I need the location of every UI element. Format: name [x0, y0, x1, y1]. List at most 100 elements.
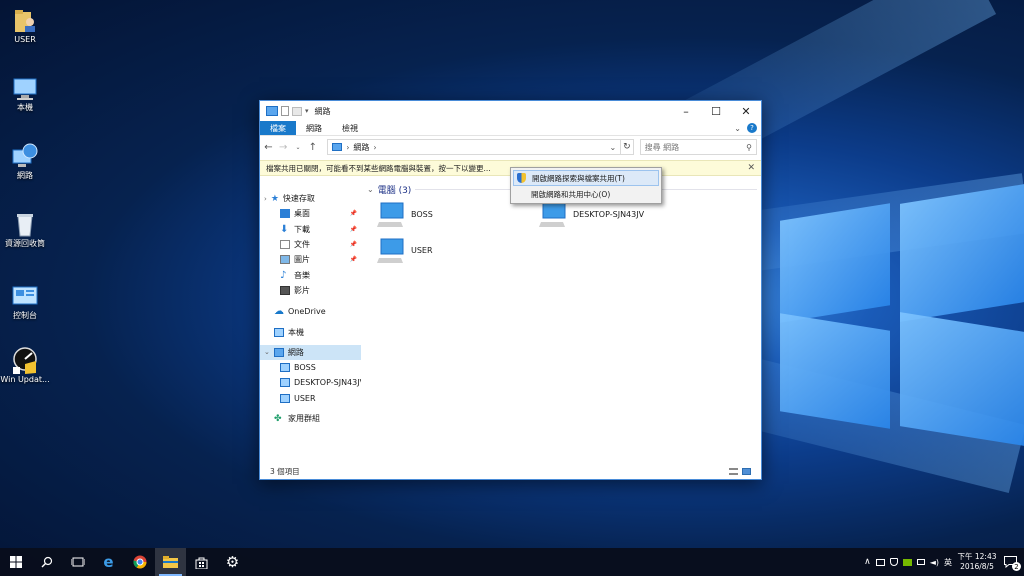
- status-bar: 3 個項目: [260, 463, 761, 479]
- pin-icon[interactable]: 📌: [350, 241, 357, 248]
- computer-item-desktop[interactable]: DESKTOP-SJN43JV: [539, 201, 644, 227]
- nav-label: 影片: [294, 285, 310, 295]
- address-dropdown-icon[interactable]: ⌄: [609, 143, 616, 152]
- edge-browser-button[interactable]: e: [93, 548, 124, 576]
- info-bar-text: 檔案共用已關閉，可能看不到某些網路電腦與裝置，按一下以變更...: [266, 163, 491, 173]
- new-folder-icon[interactable]: [292, 106, 302, 116]
- desktop-icon-control-panel[interactable]: 控制台: [0, 282, 50, 321]
- nvidia-icon[interactable]: [902, 558, 912, 566]
- windows-defender-icon[interactable]: [889, 558, 898, 566]
- nav-pictures[interactable]: 圖片 📌: [260, 252, 361, 267]
- tab-view[interactable]: 檢視: [332, 121, 368, 135]
- address-bar[interactable]: › 網路 › ⌄: [327, 139, 622, 155]
- file-explorer-button[interactable]: [155, 548, 186, 576]
- pin-icon[interactable]: 📌: [350, 226, 357, 233]
- content-area: ⌄ 電腦 (3) BOSS DESKTOP-SJN43JV USER: [363, 181, 761, 467]
- windows-logo-pane: [900, 312, 1024, 446]
- close-button[interactable]: ✕: [731, 101, 761, 121]
- breadcrumb-separator-icon[interactable]: ›: [373, 143, 376, 152]
- item-count: 3 個項目: [270, 466, 300, 476]
- nav-network-desktop[interactable]: DESKTOP-SJN43JV: [260, 375, 361, 390]
- nav-onedrive[interactable]: ☁ OneDrive: [260, 304, 361, 319]
- computer-item-user[interactable]: USER: [377, 237, 433, 263]
- desktop-icon-network[interactable]: 網路: [0, 142, 50, 181]
- desktop-icon-this-pc[interactable]: 本機: [0, 74, 50, 113]
- nav-network-user[interactable]: USER: [260, 391, 361, 406]
- desktop-icon-label: 網路: [17, 171, 33, 180]
- settings-button[interactable]: ⚙: [217, 548, 248, 576]
- menu-item-label: 開啟網路和共用中心(O): [531, 189, 611, 199]
- forward-arrow-icon[interactable]: →: [279, 142, 288, 153]
- action-center-button[interactable]: 2: [1002, 554, 1021, 571]
- network-icon: [332, 143, 343, 151]
- power-plug-icon[interactable]: [916, 559, 925, 565]
- customize-toolbar-icon[interactable]: ▾: [305, 107, 309, 115]
- nav-desktop[interactable]: 桌面 📌: [260, 206, 361, 221]
- nav-label: 下載: [294, 224, 310, 234]
- pin-icon[interactable]: 📌: [350, 210, 357, 217]
- recent-locations-icon[interactable]: ⌄: [294, 144, 303, 151]
- nav-videos[interactable]: 影片: [260, 283, 361, 298]
- back-arrow-icon[interactable]: ←: [264, 142, 273, 153]
- task-view-button[interactable]: [62, 548, 93, 576]
- quick-access-toolbar: ▾: [266, 106, 309, 116]
- star-icon: ★: [270, 193, 279, 204]
- network-status-icon[interactable]: [875, 558, 885, 566]
- windows-logo-pane: [900, 184, 1024, 322]
- details-view-icon[interactable]: [729, 467, 738, 475]
- breadcrumb-network[interactable]: 網路: [353, 142, 369, 153]
- this-pc-icon: [11, 74, 39, 100]
- tab-file[interactable]: 檔案: [260, 121, 296, 135]
- taskbar: e ⚙ ∧ ◄) 英 下午 12:43 2016/8/5 2: [0, 548, 1024, 576]
- nav-label: 桌面: [294, 209, 310, 219]
- properties-icon[interactable]: [281, 106, 289, 116]
- search-input[interactable]: 搜尋 網路 ⚲: [639, 139, 757, 155]
- music-note-icon: ♪: [280, 269, 287, 281]
- search-icon: [41, 556, 52, 568]
- close-info-bar-icon[interactable]: ✕: [747, 163, 755, 173]
- start-button[interactable]: [0, 548, 31, 576]
- group-header-label: 電腦 (3): [377, 186, 412, 196]
- desktop-icon-user[interactable]: USER: [0, 6, 50, 45]
- nav-label: 家用群組: [288, 414, 320, 423]
- breadcrumb-separator-icon[interactable]: ›: [346, 143, 349, 152]
- large-icons-view-icon[interactable]: [742, 467, 751, 475]
- maximize-button[interactable]: ☐: [701, 101, 731, 121]
- computer-item-boss[interactable]: BOSS: [377, 201, 433, 227]
- nav-quick-access[interactable]: › ★ 快速存取: [260, 191, 361, 206]
- tab-network[interactable]: 網路: [296, 121, 332, 135]
- windows-start-icon: [9, 556, 22, 568]
- document-icon: [280, 240, 290, 250]
- nav-music[interactable]: ♪ 音樂: [260, 267, 361, 282]
- nav-downloads[interactable]: ⬇ 下載 📌: [260, 222, 361, 237]
- help-icon[interactable]: ?: [747, 123, 757, 133]
- up-arrow-icon[interactable]: ↑: [308, 142, 317, 153]
- menu-item-turn-on-discovery[interactable]: 開啟網路探索與檔案共用(T): [513, 170, 659, 186]
- collapse-chevron-icon[interactable]: ⌄: [367, 185, 374, 194]
- nav-network[interactable]: ⌄ 網路: [260, 344, 361, 360]
- expand-ribbon-icon[interactable]: ⌄: [734, 124, 741, 133]
- chrome-browser-button[interactable]: [124, 548, 155, 576]
- show-hidden-icons-icon[interactable]: ∧: [864, 557, 871, 567]
- search-button[interactable]: [31, 548, 62, 576]
- store-button[interactable]: [186, 548, 217, 576]
- window-title: 網路: [314, 106, 331, 116]
- menu-item-network-sharing-center[interactable]: 開啟網路和共用中心(O): [513, 186, 659, 202]
- input-language-indicator[interactable]: 英: [944, 557, 952, 568]
- volume-icon[interactable]: ◄): [930, 558, 939, 567]
- minimize-button[interactable]: –: [671, 101, 701, 121]
- expand-chevron-icon[interactable]: ›: [264, 195, 267, 203]
- refresh-icon[interactable]: ↻: [621, 139, 634, 155]
- desktop-icon-label: 本機: [17, 103, 33, 112]
- nav-network-boss[interactable]: BOSS: [260, 360, 361, 375]
- nav-homegroup[interactable]: ✤ 家用群組: [260, 411, 361, 426]
- pin-icon[interactable]: 📌: [350, 256, 357, 263]
- desktop-icon-recycle-bin[interactable]: 資源回收筒: [0, 210, 50, 249]
- nav-documents[interactable]: 文件 📌: [260, 237, 361, 252]
- collapse-chevron-icon[interactable]: ⌄: [264, 348, 270, 356]
- title-bar[interactable]: ▾ 網路 – ☐ ✕: [260, 101, 761, 121]
- nav-this-pc[interactable]: 本機: [260, 324, 361, 339]
- clock[interactable]: 下午 12:43 2016/8/5: [957, 552, 997, 572]
- homegroup-icon: ✤: [274, 413, 282, 424]
- desktop-icon-win-update[interactable]: Win Updat...: [0, 346, 50, 385]
